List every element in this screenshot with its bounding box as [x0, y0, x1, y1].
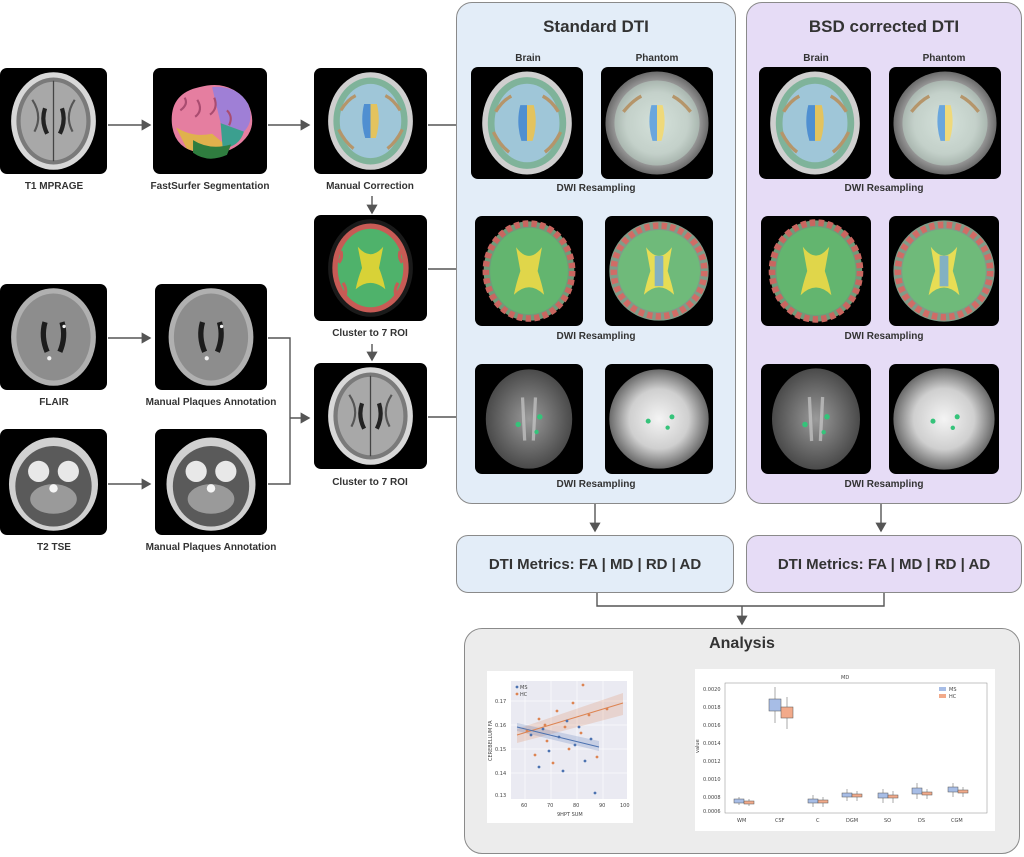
scatter-ytick-0: 0.17 — [495, 699, 506, 705]
standard-phantom-label: Phantom — [635, 53, 679, 64]
box-category-0: WM — [737, 818, 746, 824]
box-category-4: SO — [884, 818, 891, 824]
flair-image — [0, 284, 107, 390]
bsd-metrics-box: DTI Metrics: FA | MD | RD | AD — [746, 535, 1022, 593]
bsd-resampling-label-3: DWI Resampling — [844, 479, 924, 490]
cluster-roi-label-1: Cluster to 7 ROI — [332, 328, 408, 339]
scatter-legend-ms: MS — [520, 685, 528, 691]
box-title: MD — [841, 675, 849, 681]
bsd-dti-title: BSD corrected DTI — [808, 17, 960, 36]
t2-tse-image — [0, 429, 107, 535]
bsd-phantom-label: Phantom — [922, 53, 966, 64]
scatter-ytick-4: 0.13 — [495, 793, 506, 799]
scatter-xtick-4: 100 — [620, 803, 630, 809]
box-ytick-7: 0.0006 — [703, 809, 721, 815]
scatter-ytick-3: 0.14 — [495, 771, 506, 777]
box-category-1: CSF — [775, 818, 785, 824]
box-ytick-3: 0.0014 — [703, 741, 721, 747]
box-ytick-5: 0.0010 — [703, 777, 721, 783]
standard-brain-roi — [475, 216, 583, 326]
cluster-roi-label-2: Cluster to 7 ROI — [332, 477, 408, 488]
standard-brain-dwi — [475, 364, 583, 474]
standard-resampling-label-1: DWI Resampling — [556, 183, 636, 194]
plaques-flair-image — [155, 284, 267, 390]
box-legend-ms: MS — [949, 687, 957, 693]
box-legend-hc: HC — [949, 694, 957, 700]
bsd-resampling-label-2: DWI Resampling — [844, 331, 924, 342]
bsd-phantom-overlay — [889, 67, 1001, 179]
box-category-2: C — [816, 818, 820, 824]
standard-dti-title: Standard DTI — [543, 17, 649, 36]
standard-resampling-label-2: DWI Resampling — [556, 331, 636, 342]
box-ytick-1: 0.0018 — [703, 705, 721, 711]
bsd-brain-dwi — [761, 364, 871, 474]
scatter-legend-hc: HC — [520, 692, 528, 698]
bsd-phantom-dwi — [889, 364, 999, 474]
scatter-xtick-0: 60 — [521, 803, 527, 809]
t1-mprage-image — [0, 68, 107, 174]
box-ylabel: value — [695, 739, 701, 753]
plaques-t2-image — [155, 429, 267, 535]
scatter-xtick-3: 90 — [599, 803, 605, 809]
standard-phantom-roi — [605, 216, 713, 326]
box-plot: MD 0.0020 0.0018 0.0016 0.0014 0.0012 0.… — [695, 669, 995, 831]
scatter-ytick-2: 0.15 — [495, 747, 506, 753]
standard-phantom-dwi — [605, 364, 713, 474]
scatter-xtick-2: 80 — [573, 803, 579, 809]
flair-label: FLAIR — [39, 397, 69, 408]
scatter-xlabel: 9HPT SUM — [557, 812, 583, 818]
cluster-roi-image-1 — [314, 215, 427, 321]
bsd-brain-roi — [761, 216, 871, 326]
box-category-5: DS — [918, 818, 925, 824]
box-ytick-0: 0.0020 — [703, 687, 721, 693]
t2-tse-label: T2 TSE — [37, 542, 71, 553]
scatter-xtick-1: 70 — [547, 803, 553, 809]
box-ytick-2: 0.0016 — [703, 723, 721, 729]
box-ytick-4: 0.0012 — [703, 759, 721, 765]
standard-resampling-label-3: DWI Resampling — [556, 479, 636, 490]
plaques-annotation-label-1: Manual Plaques Annotation — [145, 397, 277, 408]
bsd-dti-panel: BSD corrected DTI Brain Phantom DWI Resa… — [746, 2, 1022, 504]
standard-phantom-overlay — [601, 67, 713, 179]
cluster-roi-image-2 — [314, 363, 427, 469]
scatter-ytick-1: 0.16 — [495, 723, 506, 729]
box-category-6: CGM — [951, 818, 963, 824]
t1-mprage-label: T1 MPRAGE — [24, 181, 84, 192]
fastsurfer-image — [153, 68, 267, 174]
plaques-annotation-label-2: Manual Plaques Annotation — [145, 542, 277, 553]
bsd-phantom-roi — [889, 216, 999, 326]
standard-dti-panel: Standard DTI Brain Phantom DWI Resamplin… — [456, 2, 736, 504]
box-ytick-6: 0.0008 — [703, 795, 721, 801]
standard-metrics-box: DTI Metrics: FA | MD | RD | AD — [456, 535, 734, 593]
bsd-brain-label: Brain — [803, 53, 829, 64]
bsd-brain-overlay — [759, 67, 871, 179]
scatter-ylabel: CEREBELLUM FA — [488, 720, 494, 761]
manual-correction-image — [314, 68, 427, 174]
standard-brain-overlay — [471, 67, 583, 179]
bsd-resampling-label-1: DWI Resampling — [844, 183, 924, 194]
scatter-plot: MS HC 0.17 0.16 0.15 0.14 0.13 60 70 80 … — [487, 671, 633, 823]
box-category-3: DGM — [846, 818, 858, 824]
standard-brain-label: Brain — [515, 53, 541, 64]
analysis-panel: Analysis MS HC 0.17 0.16 0.15 0.14 0.13 … — [464, 628, 1020, 854]
manual-correction-label: Manual Correction — [326, 181, 414, 192]
fastsurfer-label: FastSurfer Segmentation — [150, 181, 270, 192]
analysis-title: Analysis — [709, 635, 775, 652]
